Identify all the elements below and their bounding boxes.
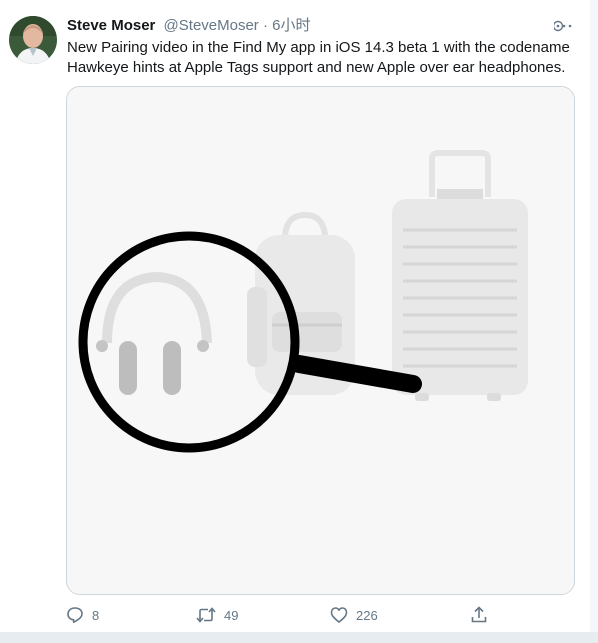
scroll-gutter bbox=[590, 0, 598, 643]
like-count: 226 bbox=[356, 607, 378, 623]
reply-icon bbox=[67, 607, 83, 623]
tweet-card: Steve Moser @SteveMoser · 6小时 New Pairin… bbox=[0, 0, 591, 632]
tweet-media[interactable] bbox=[66, 86, 575, 595]
display-name[interactable]: Steve Moser bbox=[67, 17, 155, 34]
more-icon bbox=[552, 20, 572, 32]
tweet-actions: 8 49 226 bbox=[66, 602, 506, 628]
share-button[interactable] bbox=[470, 602, 488, 628]
reply-button[interactable]: 8 bbox=[66, 602, 99, 628]
retweet-icon bbox=[196, 607, 216, 623]
timestamp[interactable]: 6小时 bbox=[272, 17, 310, 34]
retweet-count: 49 bbox=[224, 607, 239, 623]
media-illustration bbox=[67, 87, 574, 594]
timeline-divider bbox=[0, 632, 598, 643]
reply-count: 8 bbox=[92, 607, 100, 623]
tweet-text: New Pairing video in the Find My app in … bbox=[67, 39, 570, 76]
retweet-button[interactable]: 49 bbox=[196, 602, 238, 628]
separator-dot: · bbox=[262, 17, 268, 34]
like-button[interactable]: 226 bbox=[330, 602, 378, 628]
heart-icon bbox=[330, 607, 348, 623]
avatar-image bbox=[9, 16, 57, 64]
tweet-header: Steve Moser @SteveMoser · 6小时 bbox=[67, 16, 570, 36]
avatar[interactable] bbox=[9, 16, 57, 64]
share-icon bbox=[471, 606, 487, 623]
more-button[interactable] bbox=[552, 16, 574, 36]
user-handle[interactable]: @SteveMoser bbox=[164, 17, 259, 34]
